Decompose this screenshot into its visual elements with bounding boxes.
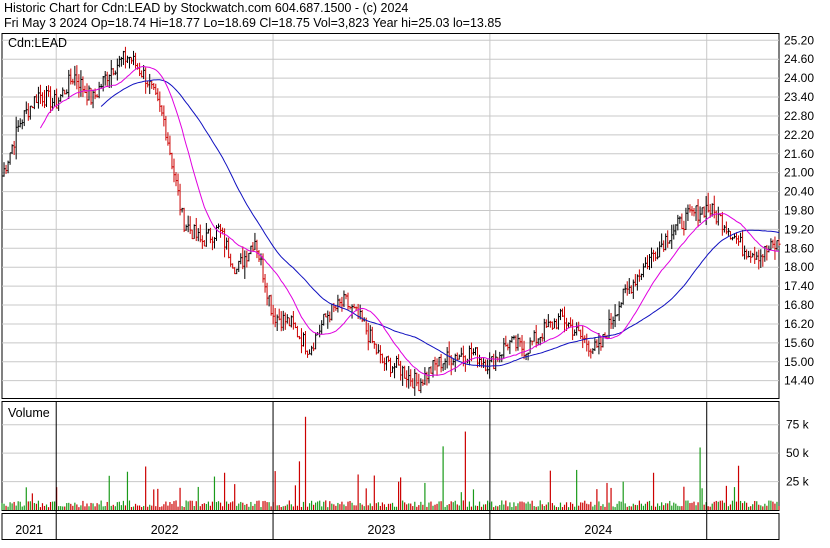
volume-axis-labels: 75 k 50 k 25 k [786,418,810,489]
price-tick-label: 19.20 [784,222,814,236]
time-axis-labels: 2021 2022 2023 2024 [15,523,612,537]
moving-average-short-line [39,65,780,377]
price-tick-label: 23.40 [784,90,814,104]
price-tick-label: 22.20 [784,128,814,142]
price-tick-label: 14.40 [784,374,814,388]
volume-tick-label: 75 k [786,418,810,432]
price-tick-label: 24.00 [784,71,814,85]
price-tick-label: 21.00 [784,166,814,180]
price-tick-label: 20.40 [784,185,814,199]
price-tick-label: 25.20 [784,33,814,47]
volume-tick-label: 50 k [786,446,810,460]
price-tick-label: 18.60 [784,241,814,255]
price-tick-label: 15.00 [784,355,814,369]
price-tick-label: 17.40 [784,279,814,293]
chart-root: Historic Chart for Cdn:LEAD by Stockwatc… [0,0,830,543]
price-tick-label: 16.80 [784,298,814,312]
price-tick-label: 16.20 [784,317,814,331]
chart-area: 25.20 24.60 24.00 23.40 22.80 22.20 21.6… [0,0,830,548]
price-tick-label: 15.60 [784,336,814,350]
period-label: 2022 [151,523,179,537]
price-bars [1,46,781,396]
volume-bars [1,416,780,510]
price-tick-label: 19.80 [784,203,814,217]
price-tick-label: 24.60 [784,52,814,66]
volume-panel-title: Volume [8,406,50,420]
moving-average-long-line [100,79,780,367]
volume-panel-frame [1,401,780,511]
price-axis-labels: 25.20 24.60 24.00 23.40 22.80 22.20 21.6… [784,33,814,387]
price-tick-label: 22.80 [784,109,814,123]
grid-lines [2,34,779,483]
period-label: 2023 [368,523,396,537]
period-label: 2021 [15,523,43,537]
chart-svg: 25.20 24.60 24.00 23.40 22.80 22.20 21.6… [1,33,814,540]
period-label: 2024 [584,523,612,537]
volume-tick-label: 25 k [786,475,810,489]
price-panel-frame [1,33,780,399]
price-panel-title: Cdn:LEAD [8,36,67,50]
time-axis-dividers [55,402,708,540]
price-tick-label: 18.00 [784,260,814,274]
price-tick-label: 21.60 [784,147,814,161]
